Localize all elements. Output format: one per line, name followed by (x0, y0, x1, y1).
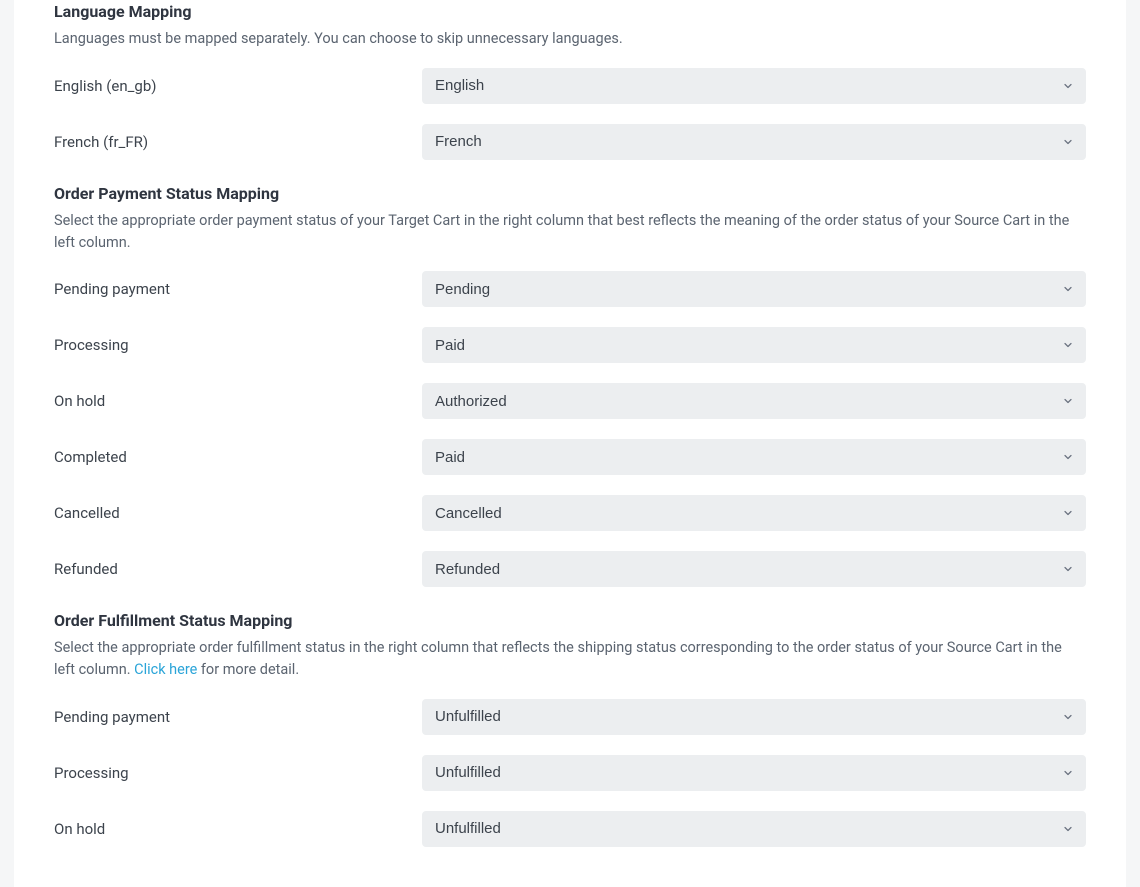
payment-select-wrap: Paid (422, 327, 1086, 363)
page: Language Mapping Languages must be mappe… (0, 0, 1140, 887)
language-mapping-title: Language Mapping (54, 0, 1086, 24)
payment-select-wrap: Cancelled (422, 495, 1086, 531)
payment-select-wrap: Pending (422, 271, 1086, 307)
language-select-wrap: French (422, 124, 1086, 160)
fulfillment-status-row: On hold Unfulfilled (54, 811, 1086, 847)
payment-source-label: Completed (54, 446, 422, 469)
language-select-french[interactable]: French (422, 124, 1086, 160)
payment-source-label: Cancelled (54, 502, 422, 525)
payment-select-wrap: Authorized (422, 383, 1086, 419)
language-row: English (en_gb) English (54, 68, 1086, 104)
language-mapping-desc: Languages must be mapped separately. You… (54, 28, 1086, 50)
payment-status-desc: Select the appropriate order payment sta… (54, 210, 1086, 254)
payment-select-on-hold[interactable]: Authorized (422, 383, 1086, 419)
payment-source-label: Refunded (54, 558, 422, 581)
fulfillment-desc-post: for more detail. (197, 661, 299, 678)
fulfillment-select-wrap: Unfulfilled (422, 699, 1086, 735)
language-select-wrap: English (422, 68, 1086, 104)
fulfillment-click-here-link[interactable]: Click here (134, 661, 197, 678)
payment-source-label: Processing (54, 334, 422, 357)
payment-select-cancelled[interactable]: Cancelled (422, 495, 1086, 531)
payment-status-row: On hold Authorized (54, 383, 1086, 419)
fulfillment-status-title: Order Fulfillment Status Mapping (54, 609, 1086, 633)
fulfillment-select-processing[interactable]: Unfulfilled (422, 755, 1086, 791)
payment-status-row: Refunded Refunded (54, 551, 1086, 587)
language-source-label: English (en_gb) (54, 75, 422, 98)
fulfillment-source-label: Pending payment (54, 706, 422, 729)
fulfillment-select-pending-payment[interactable]: Unfulfilled (422, 699, 1086, 735)
payment-status-row: Processing Paid (54, 327, 1086, 363)
fulfillment-select-wrap: Unfulfilled (422, 811, 1086, 847)
fulfillment-select-wrap: Unfulfilled (422, 755, 1086, 791)
payment-status-row: Cancelled Cancelled (54, 495, 1086, 531)
payment-status-title: Order Payment Status Mapping (54, 182, 1086, 206)
fulfillment-status-row: Processing Unfulfilled (54, 755, 1086, 791)
payment-status-row: Pending payment Pending (54, 271, 1086, 307)
payment-select-refunded[interactable]: Refunded (422, 551, 1086, 587)
language-row: French (fr_FR) French (54, 124, 1086, 160)
payment-select-pending-payment[interactable]: Pending (422, 271, 1086, 307)
fulfillment-status-desc: Select the appropriate order fulfillment… (54, 637, 1086, 681)
fulfillment-source-label: On hold (54, 818, 422, 841)
payment-select-wrap: Refunded (422, 551, 1086, 587)
payment-select-completed[interactable]: Paid (422, 439, 1086, 475)
fulfillment-select-on-hold[interactable]: Unfulfilled (422, 811, 1086, 847)
language-select-english[interactable]: English (422, 68, 1086, 104)
payment-source-label: On hold (54, 390, 422, 413)
language-source-label: French (fr_FR) (54, 131, 422, 154)
payment-select-processing[interactable]: Paid (422, 327, 1086, 363)
fulfillment-status-row: Pending payment Unfulfilled (54, 699, 1086, 735)
payment-select-wrap: Paid (422, 439, 1086, 475)
payment-source-label: Pending payment (54, 278, 422, 301)
payment-status-row: Completed Paid (54, 439, 1086, 475)
settings-panel: Language Mapping Languages must be mappe… (14, 0, 1126, 887)
fulfillment-source-label: Processing (54, 762, 422, 785)
